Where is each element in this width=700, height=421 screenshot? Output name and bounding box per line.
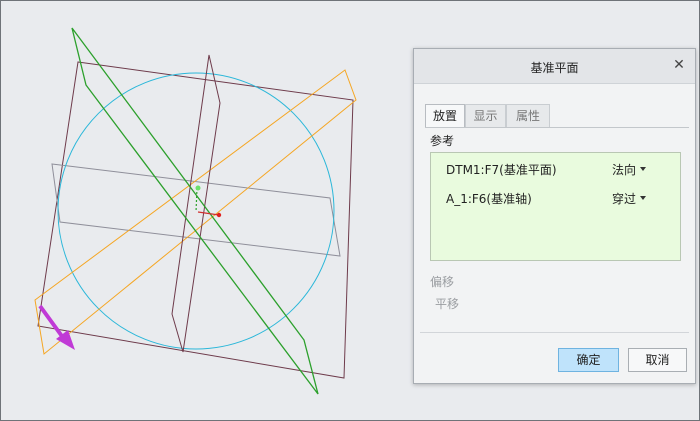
constraint-value: 法向	[612, 163, 637, 177]
reference-constraint-dropdown[interactable]: 穿过	[612, 190, 647, 207]
datum-plane-preview	[71, 27, 319, 395]
tab-placement[interactable]: 放置	[425, 104, 465, 128]
tab-divider	[425, 127, 689, 128]
cancel-button[interactable]: 取消	[628, 348, 687, 372]
reference-constraint-dropdown[interactable]: 法向	[612, 161, 647, 178]
constraint-value: 穿过	[612, 192, 637, 206]
tab-display[interactable]: 显示	[465, 104, 506, 127]
caret-down-icon	[640, 166, 647, 171]
reference-row[interactable]: A_1:F6(基准轴) 穿过	[446, 188, 672, 206]
ok-button[interactable]: 确定	[558, 348, 619, 372]
sketch-circle	[57, 72, 335, 350]
drag-handle-point[interactable]	[195, 185, 201, 191]
caret-down-icon	[640, 195, 647, 200]
direction-arrow[interactable]	[38, 304, 66, 341]
datum-plane-dialog: 基准平面 ✕ 放置 显示 属性 参考 DTM1:F7(基准平面) 法向 A_1:…	[413, 48, 696, 384]
offset-drag-handle[interactable]	[195, 187, 198, 213]
button-separator	[420, 332, 689, 333]
reference-row[interactable]: DTM1:F7(基准平面) 法向	[446, 159, 672, 177]
datum-plane-outline	[51, 163, 341, 257]
dialog-titlebar[interactable]: 基准平面 ✕	[414, 49, 695, 84]
offset-label: 偏移	[430, 275, 455, 289]
offset-translate-field: 平移	[435, 297, 460, 311]
close-icon[interactable]: ✕	[671, 57, 687, 73]
references-list[interactable]: DTM1:F7(基准平面) 法向 A_1:F6(基准轴) 穿过	[430, 152, 681, 261]
datum-plane-outline	[34, 69, 357, 355]
reference-name: A_1:F6(基准轴)	[446, 192, 532, 206]
references-label: 参考	[430, 134, 455, 148]
axis-marker-point	[216, 212, 222, 218]
reference-name: DTM1:F7(基准平面)	[446, 163, 557, 177]
datum-plane-outline	[171, 54, 221, 353]
tab-properties[interactable]: 属性	[506, 104, 550, 127]
dialog-title: 基准平面	[530, 61, 579, 75]
datum-plane-outline	[37, 61, 354, 379]
